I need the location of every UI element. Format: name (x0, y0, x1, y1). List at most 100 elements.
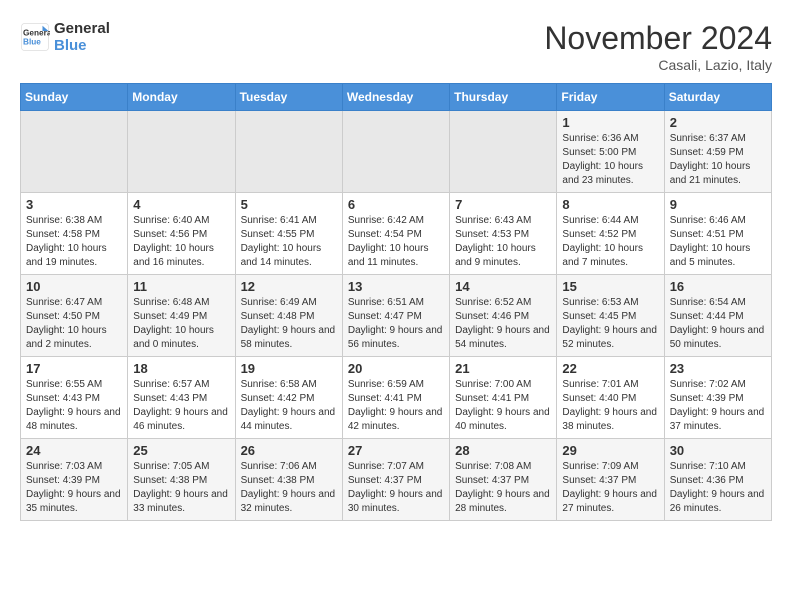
day-number: 13 (348, 279, 444, 294)
day-number: 21 (455, 361, 551, 376)
day-info: Sunrise: 7:03 AM Sunset: 4:39 PM Dayligh… (26, 460, 122, 516)
day-info: Sunrise: 7:06 AM Sunset: 4:38 PM Dayligh… (241, 460, 337, 516)
day-cell: 9Sunrise: 6:46 AM Sunset: 4:51 PM Daylig… (664, 193, 771, 275)
day-info: Sunrise: 6:49 AM Sunset: 4:48 PM Dayligh… (241, 296, 337, 352)
day-info: Sunrise: 6:42 AM Sunset: 4:54 PM Dayligh… (348, 214, 444, 270)
day-cell: 23 Sunrise: 7:02 AM Sunset: 4:39 PM Dayli… (664, 357, 771, 439)
day-cell: 17 Sunrise: 6:55 AM Sunset: 4:43 PM Dayli… (21, 357, 128, 439)
day-info: Sunrise: 6:59 AM Sunset: 4:41 PM Dayligh… (348, 378, 444, 434)
week-row-1: 3Sunrise: 6:38 AM Sunset: 4:58 PM Daylig… (21, 193, 772, 275)
day-info: Sunrise: 6:58 AM Sunset: 4:42 PM Dayligh… (241, 378, 337, 434)
day-number: 18 (133, 361, 229, 376)
location: Casali, Lazio, Italy (544, 57, 772, 73)
day-info: Sunrise: 6:51 AM Sunset: 4:47 PM Dayligh… (348, 296, 444, 352)
day-cell: 1 Sunrise: 6:36 AM Sunset: 5:00 PM Daylig… (557, 111, 664, 193)
day-cell: 15 Sunrise: 6:53 AM Sunset: 4:45 PM Dayli… (557, 275, 664, 357)
day-info: Sunrise: 7:10 AM Sunset: 4:36 PM Dayligh… (670, 460, 766, 516)
weekday-header-sunday: Sunday (21, 84, 128, 111)
day-cell: 26Sunrise: 7:06 AM Sunset: 4:38 PM Dayli… (235, 439, 342, 521)
day-number: 12 (241, 279, 337, 294)
day-cell: 24 Sunrise: 7:03 AM Sunset: 4:39 PM Dayli… (21, 439, 128, 521)
day-number: 1 (562, 115, 658, 130)
day-cell (235, 111, 342, 193)
logo: General Blue General Blue (20, 20, 110, 54)
day-number: 15 (562, 279, 658, 294)
day-info: Sunrise: 6:37 AM Sunset: 4:59 PM Dayligh… (670, 132, 766, 188)
day-info: Sunrise: 6:52 AM Sunset: 4:46 PM Dayligh… (455, 296, 551, 352)
day-number: 7 (455, 197, 551, 212)
day-info: Sunrise: 6:38 AM Sunset: 4:58 PM Dayligh… (26, 214, 122, 270)
logo-general: General (54, 20, 110, 37)
day-number: 10 (26, 279, 122, 294)
day-number: 30 (670, 443, 766, 458)
logo-icon: General Blue (20, 22, 50, 52)
day-number: 4 (133, 197, 229, 212)
week-row-4: 24 Sunrise: 7:03 AM Sunset: 4:39 PM Dayli… (21, 439, 772, 521)
day-cell: 7 Sunrise: 6:43 AM Sunset: 4:53 PM Daylig… (450, 193, 557, 275)
day-cell: 18 Sunrise: 6:57 AM Sunset: 4:43 PM Dayli… (128, 357, 235, 439)
day-cell (21, 111, 128, 193)
day-info: Sunrise: 7:08 AM Sunset: 4:37 PM Dayligh… (455, 460, 551, 516)
day-info: Sunrise: 6:54 AM Sunset: 4:44 PM Dayligh… (670, 296, 766, 352)
day-cell: 22Sunrise: 7:01 AM Sunset: 4:40 PM Dayli… (557, 357, 664, 439)
day-cell: 2Sunrise: 6:37 AM Sunset: 4:59 PM Daylig… (664, 111, 771, 193)
week-row-2: 10 Sunrise: 6:47 AM Sunset: 4:50 PM Dayli… (21, 275, 772, 357)
day-info: Sunrise: 7:00 AM Sunset: 4:41 PM Dayligh… (455, 378, 551, 434)
day-cell: 11 Sunrise: 6:48 AM Sunset: 4:49 PM Dayli… (128, 275, 235, 357)
weekday-header-tuesday: Tuesday (235, 84, 342, 111)
day-cell: 8 Sunrise: 6:44 AM Sunset: 4:52 PM Daylig… (557, 193, 664, 275)
day-cell: 16 Sunrise: 6:54 AM Sunset: 4:44 PM Dayli… (664, 275, 771, 357)
day-number: 17 (26, 361, 122, 376)
day-number: 23 (670, 361, 766, 376)
day-info: Sunrise: 6:53 AM Sunset: 4:45 PM Dayligh… (562, 296, 658, 352)
day-cell: 21 Sunrise: 7:00 AM Sunset: 4:41 PM Dayli… (450, 357, 557, 439)
day-info: Sunrise: 6:48 AM Sunset: 4:49 PM Dayligh… (133, 296, 229, 352)
weekday-header-monday: Monday (128, 84, 235, 111)
day-cell: 3Sunrise: 6:38 AM Sunset: 4:58 PM Daylig… (21, 193, 128, 275)
day-number: 6 (348, 197, 444, 212)
day-info: Sunrise: 6:44 AM Sunset: 4:52 PM Dayligh… (562, 214, 658, 270)
day-cell: 14 Sunrise: 6:52 AM Sunset: 4:46 PM Dayli… (450, 275, 557, 357)
day-info: Sunrise: 6:40 AM Sunset: 4:56 PM Dayligh… (133, 214, 229, 270)
day-cell: 19 Sunrise: 6:58 AM Sunset: 4:42 PM Dayli… (235, 357, 342, 439)
day-info: Sunrise: 6:46 AM Sunset: 4:51 PM Dayligh… (670, 214, 766, 270)
day-cell: 27 Sunrise: 7:07 AM Sunset: 4:37 PM Dayli… (342, 439, 449, 521)
day-cell: 28 Sunrise: 7:08 AM Sunset: 4:37 PM Dayli… (450, 439, 557, 521)
day-info: Sunrise: 7:02 AM Sunset: 4:39 PM Dayligh… (670, 378, 766, 434)
day-number: 5 (241, 197, 337, 212)
day-number: 8 (562, 197, 658, 212)
day-cell (128, 111, 235, 193)
day-info: Sunrise: 6:36 AM Sunset: 5:00 PM Dayligh… (562, 132, 658, 188)
day-cell: 30 Sunrise: 7:10 AM Sunset: 4:36 PM Dayli… (664, 439, 771, 521)
day-cell (450, 111, 557, 193)
day-number: 28 (455, 443, 551, 458)
week-row-3: 17 Sunrise: 6:55 AM Sunset: 4:43 PM Dayli… (21, 357, 772, 439)
day-cell: 6 Sunrise: 6:42 AM Sunset: 4:54 PM Daylig… (342, 193, 449, 275)
day-info: Sunrise: 6:43 AM Sunset: 4:53 PM Dayligh… (455, 214, 551, 270)
month-title: November 2024 (544, 20, 772, 57)
weekday-header-saturday: Saturday (664, 84, 771, 111)
day-number: 16 (670, 279, 766, 294)
day-cell: 10 Sunrise: 6:47 AM Sunset: 4:50 PM Dayli… (21, 275, 128, 357)
day-cell: 25 Sunrise: 7:05 AM Sunset: 4:38 PM Dayli… (128, 439, 235, 521)
day-info: Sunrise: 6:55 AM Sunset: 4:43 PM Dayligh… (26, 378, 122, 434)
day-cell: 4 Sunrise: 6:40 AM Sunset: 4:56 PM Daylig… (128, 193, 235, 275)
day-number: 24 (26, 443, 122, 458)
day-info: Sunrise: 7:07 AM Sunset: 4:37 PM Dayligh… (348, 460, 444, 516)
day-info: Sunrise: 6:57 AM Sunset: 4:43 PM Dayligh… (133, 378, 229, 434)
day-info: Sunrise: 7:01 AM Sunset: 4:40 PM Dayligh… (562, 378, 658, 434)
day-info: Sunrise: 6:47 AM Sunset: 4:50 PM Dayligh… (26, 296, 122, 352)
day-number: 27 (348, 443, 444, 458)
day-number: 11 (133, 279, 229, 294)
day-number: 19 (241, 361, 337, 376)
day-number: 25 (133, 443, 229, 458)
day-info: Sunrise: 7:05 AM Sunset: 4:38 PM Dayligh… (133, 460, 229, 516)
day-number: 14 (455, 279, 551, 294)
calendar-table: SundayMondayTuesdayWednesdayThursdayFrid… (20, 83, 772, 521)
weekday-header-row: SundayMondayTuesdayWednesdayThursdayFrid… (21, 84, 772, 111)
day-cell: 13 Sunrise: 6:51 AM Sunset: 4:47 PM Dayli… (342, 275, 449, 357)
weekday-header-wednesday: Wednesday (342, 84, 449, 111)
day-number: 29 (562, 443, 658, 458)
title-block: November 2024 Casali, Lazio, Italy (544, 20, 772, 73)
weekday-header-thursday: Thursday (450, 84, 557, 111)
